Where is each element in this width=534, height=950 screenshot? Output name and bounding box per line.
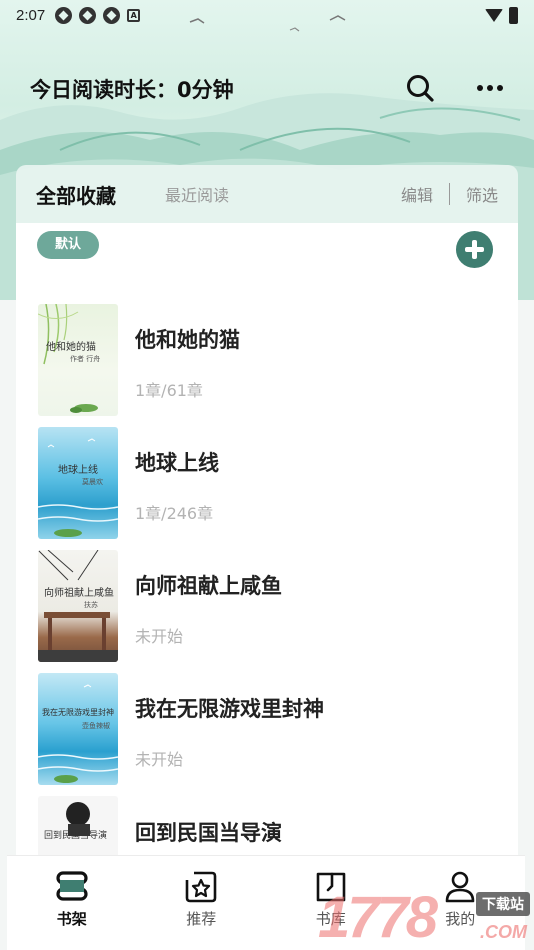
- nav-recommend[interactable]: 推荐: [137, 856, 267, 950]
- book-item[interactable]: 向师祖献上咸鱼 扶苏 向师祖献上咸鱼 未开始: [38, 550, 498, 662]
- cover-author: 壶鱼辣椒: [82, 722, 110, 730]
- recommend-icon: [185, 871, 217, 903]
- cover-author: 扶苏: [84, 601, 98, 609]
- book-progress: 1章/246章: [135, 504, 214, 523]
- cover-title: 向师祖献上咸鱼: [44, 588, 114, 599]
- watermark-site: 下载站: [476, 892, 530, 916]
- nav-label: 书架: [56, 910, 87, 928]
- book-item[interactable]: 他和她的猫 作者 行舟 他和她的猫 1章/61章: [38, 304, 498, 416]
- book-cover: 地球上线 莫晨欢: [38, 427, 118, 539]
- book-title: 向师祖献上咸鱼: [135, 574, 282, 598]
- book-title: 地球上线: [135, 451, 219, 475]
- cover-title: 他和她的猫: [46, 342, 96, 353]
- status-time: 2:07: [16, 6, 46, 24]
- divider: [448, 183, 450, 205]
- edit-button[interactable]: 编辑: [401, 182, 433, 206]
- wifi-icon: [485, 8, 503, 22]
- reading-time: 今日阅读时长：0分钟: [30, 78, 234, 102]
- cover-title: 回到民国当导演: [44, 831, 108, 841]
- more-icon[interactable]: [472, 70, 508, 106]
- book-progress: 未开始: [135, 627, 184, 646]
- filter-button[interactable]: 筛选: [466, 182, 498, 206]
- book-cover: 回到民国当导演: [38, 796, 118, 858]
- book-item[interactable]: 地球上线 莫晨欢 地球上线 1章/246章: [38, 427, 498, 539]
- book-cover: 他和她的猫 作者 行舟: [38, 304, 118, 416]
- battery-icon: [509, 6, 518, 24]
- search-icon[interactable]: [402, 70, 438, 106]
- book-cover: 我在无限游戏里封神 壶鱼辣椒: [38, 673, 118, 785]
- book-item[interactable]: 回到民国当导演 回到民国当导演: [38, 796, 498, 858]
- cover-author: 莫晨欢: [82, 478, 103, 486]
- cover-title: 地球上线: [58, 465, 98, 476]
- shelf-tabs: 全部收藏 最近阅读 编辑 筛选: [16, 165, 518, 223]
- cover-author: 作者 行舟: [70, 355, 101, 363]
- site-watermark: 1778 下载站 .COM: [308, 868, 534, 950]
- book-cover: 向师祖献上咸鱼 扶苏: [38, 550, 118, 662]
- tab-recent-reading[interactable]: 最近阅读: [165, 182, 229, 206]
- cover-title: 我在无限游戏里封神: [42, 708, 114, 717]
- book-title: 我在无限游戏里封神: [135, 697, 324, 721]
- book-list-panel: 默认 他和她的猫 作者 行舟 他和她的猫 1章/61章 地球上线 莫晨欢 地球上…: [16, 223, 518, 858]
- default-tag[interactable]: 默认: [37, 231, 99, 259]
- a-badge-icon: A: [127, 8, 141, 22]
- nav-bookshelf[interactable]: 书架: [7, 856, 137, 950]
- add-icon[interactable]: [456, 231, 493, 268]
- watermark-number: 1778: [318, 885, 438, 950]
- book-progress: 未开始: [135, 750, 184, 769]
- book-title: 他和她的猫: [135, 328, 240, 352]
- book-item[interactable]: 我在无限游戏里封神 壶鱼辣椒 我在无限游戏里封神 未开始: [38, 673, 498, 785]
- status-bar: 2:07 A: [0, 0, 534, 30]
- watermark-com: .COM: [480, 922, 527, 942]
- book-title: 回到民国当导演: [135, 821, 282, 845]
- bookshelf-icon: [56, 871, 88, 901]
- tab-all-favorites[interactable]: 全部收藏: [36, 180, 116, 209]
- nav-label: 推荐: [186, 910, 217, 928]
- app-notification-icon: [103, 6, 121, 24]
- app-notification-icon: [79, 6, 97, 24]
- book-progress: 1章/61章: [135, 381, 203, 400]
- app-notification-icon: [55, 6, 73, 24]
